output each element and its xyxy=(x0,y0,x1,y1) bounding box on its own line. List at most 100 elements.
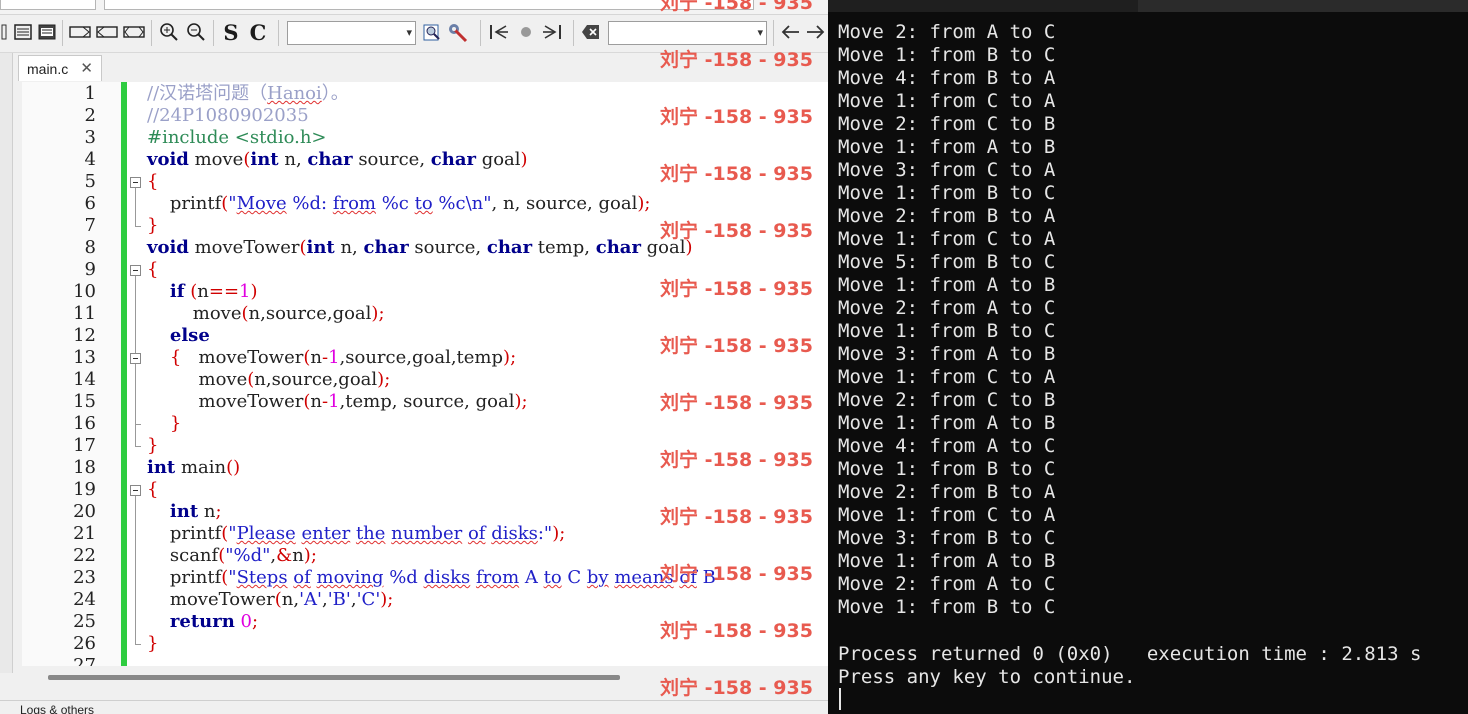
line-number: 12 xyxy=(73,325,96,346)
code-line[interactable]: moveTower(n-1,temp, source, goal); xyxy=(147,391,527,413)
prev-bookmark-icon[interactable] xyxy=(487,21,511,43)
fold-toggle-icon[interactable] xyxy=(130,353,141,364)
code-line[interactable]: scanf("%d",&n); xyxy=(147,545,317,567)
text-cursor xyxy=(839,688,841,710)
line-number: 15 xyxy=(73,391,96,412)
block-comment-icon[interactable] xyxy=(12,21,34,43)
toggle-bookmark-icon[interactable] xyxy=(515,21,537,43)
code-line[interactable]: { xyxy=(147,259,158,281)
code-line[interactable]: } xyxy=(147,215,158,237)
line-number: 25 xyxy=(73,611,96,632)
line-number: 9 xyxy=(84,259,96,280)
code-editor[interactable]: //汉诺塔问题（Hanoi）。//24P1080902035 #include <… xyxy=(22,82,828,666)
fold-end xyxy=(135,424,141,425)
console-move-line: Move 3: from A to B xyxy=(838,343,1056,365)
code-line[interactable]: move(n,source,goal); xyxy=(147,303,385,325)
console-move-line: Move 2: from B to A xyxy=(838,481,1056,503)
code-line[interactable]: void move(int n, char source, char goal) xyxy=(147,149,528,171)
line-number: 10 xyxy=(73,281,96,302)
console-tab[interactable] xyxy=(1138,0,1468,12)
toolbar-grip xyxy=(0,21,10,43)
code-line[interactable]: } xyxy=(147,413,181,435)
code-line[interactable]: printf("Please enter the number of disks… xyxy=(147,523,565,545)
line-number: 19 xyxy=(73,479,96,500)
clear-icon[interactable] xyxy=(580,21,602,43)
console-move-line: Move 1: from B to C xyxy=(838,182,1056,204)
codeblocks-ide: S C ▾ ▾ main.c ✕ //汉诺塔问题（Hanoi）。 //24P10… xyxy=(0,0,828,714)
next-bookmark-icon[interactable] xyxy=(540,21,564,43)
code-line[interactable]: return 0; xyxy=(147,611,258,633)
console-move-line: Move 4: from A to C xyxy=(838,435,1056,457)
toolbar-separator xyxy=(213,20,214,46)
code-line[interactable]: { xyxy=(147,171,158,193)
scrollbar-thumb[interactable] xyxy=(48,675,620,680)
code-line[interactable]: //24P1080902035 xyxy=(147,105,309,127)
find-icon[interactable] xyxy=(421,21,443,43)
tab-label: main.c xyxy=(27,60,69,77)
line-number: 21 xyxy=(73,523,96,544)
fold-line xyxy=(135,496,136,644)
console-move-line: Move 2: from C to B xyxy=(838,113,1056,135)
fold-toggle-icon[interactable] xyxy=(130,265,141,276)
unindent-icon[interactable] xyxy=(95,21,119,43)
console-move-line: Move 1: from A to B xyxy=(838,274,1056,296)
line-number: 18 xyxy=(73,457,96,478)
line-number: 6 xyxy=(84,193,96,214)
line-number: 5 xyxy=(84,171,96,192)
close-icon[interactable]: ✕ xyxy=(80,59,93,77)
toolbar-separator xyxy=(278,20,279,46)
search-combo[interactable]: ▾ xyxy=(287,21,416,45)
indent-icon[interactable] xyxy=(68,21,92,43)
press-any-key-line: Press any key to continue. xyxy=(838,666,1136,688)
fold-end xyxy=(135,644,141,645)
management-panel-edge[interactable] xyxy=(0,53,13,673)
console-move-line: Move 1: from A to B xyxy=(838,136,1056,158)
code-line[interactable]: printf("Steps of moving %d disks from A … xyxy=(147,567,716,589)
horizontal-scrollbar[interactable] xyxy=(22,667,828,685)
line-number: 7 xyxy=(84,215,96,236)
fold-end xyxy=(135,446,141,447)
forward-arrow-icon[interactable] xyxy=(804,21,826,43)
line-number: 4 xyxy=(84,149,96,170)
code-line[interactable]: } xyxy=(147,633,158,655)
code-line[interactable]: int main() xyxy=(147,457,240,479)
code-completion-combo[interactable] xyxy=(104,0,754,10)
options-wrench-icon[interactable] xyxy=(446,21,470,43)
toolbar-separator xyxy=(62,20,63,46)
zoom-out-icon[interactable] xyxy=(184,21,208,43)
back-arrow-icon[interactable] xyxy=(780,21,802,43)
c-button[interactable]: C xyxy=(247,20,269,45)
code-line[interactable]: move(n,source,goal); xyxy=(147,369,390,391)
toolbar-separator xyxy=(573,20,574,46)
swap-icon[interactable] xyxy=(122,21,146,43)
code-line[interactable]: } xyxy=(147,435,158,457)
code-line[interactable]: void moveTower(int n, char source, char … xyxy=(147,237,693,259)
symbol-combo[interactable]: ▾ xyxy=(608,21,767,45)
toolbar-separator xyxy=(773,20,774,46)
console-move-line: Move 1: from C to A xyxy=(838,504,1056,526)
chevron-down-icon: ▾ xyxy=(406,27,412,39)
logs-panel-tab[interactable]: Logs & others xyxy=(0,700,828,714)
code-line[interactable]: #include <stdio.h> xyxy=(147,127,327,149)
code-line[interactable]: if (n==1) xyxy=(147,281,258,303)
zoom-in-icon[interactable] xyxy=(157,21,181,43)
console-move-line: Move 2: from A to C xyxy=(838,21,1056,43)
console-move-line: Move 1: from B to C xyxy=(838,596,1056,618)
code-line[interactable]: moveTower(n,'A','B','C'); xyxy=(147,589,394,611)
build-target-combo[interactable] xyxy=(0,0,96,10)
main-toolbar: S C ▾ ▾ xyxy=(0,16,828,53)
console-move-line: Move 2: from B to A xyxy=(838,205,1056,227)
code-line[interactable]: { xyxy=(147,479,158,501)
tab-main-c[interactable]: main.c ✕ xyxy=(18,55,102,81)
code-line[interactable]: { moveTower(n-1,source,goal,temp); xyxy=(147,347,516,369)
fold-toggle-icon[interactable] xyxy=(130,177,141,188)
s-button[interactable]: S xyxy=(220,20,242,45)
code-line[interactable]: printf("Move %d: from %c to %c\n", n, so… xyxy=(147,193,651,215)
process-returned-line: Process returned 0 (0x0) execution time … xyxy=(838,643,1422,665)
block-uncomment-icon[interactable] xyxy=(36,21,58,43)
code-line[interactable]: //汉诺塔问题（Hanoi）。 xyxy=(147,83,349,105)
code-line[interactable]: else xyxy=(147,325,210,347)
code-line[interactable]: int n; xyxy=(147,501,222,523)
line-number: 11 xyxy=(73,303,96,324)
fold-toggle-icon[interactable] xyxy=(130,485,141,496)
